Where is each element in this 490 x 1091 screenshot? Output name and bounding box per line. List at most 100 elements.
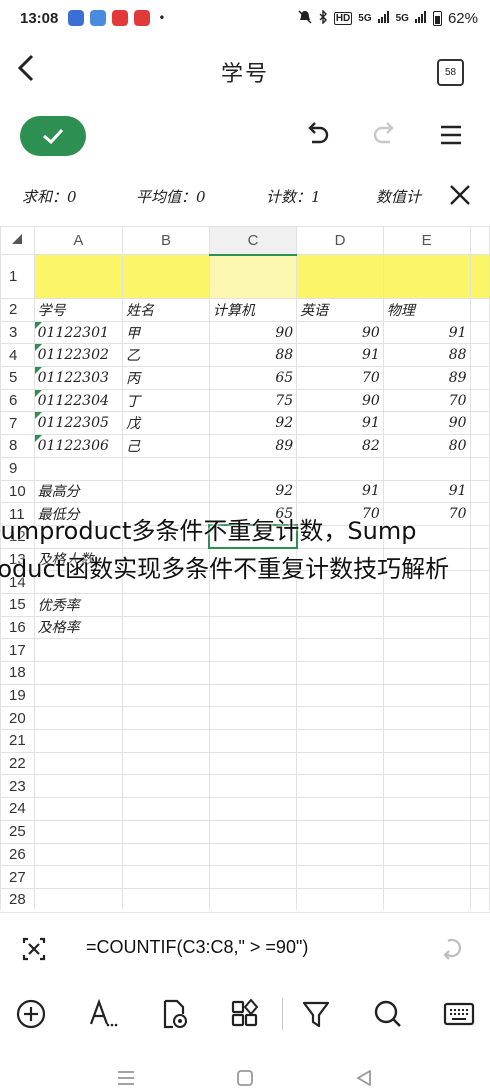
row-header[interactable]: 20	[0, 706, 35, 731]
row-header[interactable]: 6	[0, 388, 35, 413]
cell-d[interactable]	[296, 865, 384, 889]
cell-c[interactable]	[208, 592, 298, 617]
cell-f[interactable]	[469, 343, 490, 368]
cell-c[interactable]: 65	[208, 366, 298, 390]
column-header-b[interactable]: B	[122, 226, 210, 255]
cell-c[interactable]	[208, 774, 298, 799]
cell-d[interactable]	[296, 751, 384, 776]
cell-d[interactable]	[296, 592, 384, 617]
cell-d[interactable]: 91	[296, 411, 384, 436]
search-button[interactable]	[372, 998, 404, 1030]
cell-c[interactable]	[208, 887, 298, 910]
cell-c[interactable]: 89	[208, 434, 298, 458]
formula-input[interactable]: =COUNTIF(C3:C8," > =90")	[86, 937, 308, 958]
redo-button[interactable]	[370, 120, 400, 150]
cell-e[interactable]	[382, 456, 471, 481]
view-document-button[interactable]	[158, 998, 190, 1030]
cell-f[interactable]	[469, 479, 490, 504]
cell-a[interactable]: 01122302	[33, 343, 124, 368]
cell-b[interactable]: 乙	[122, 343, 210, 368]
cell-e[interactable]: 90	[382, 411, 471, 436]
cell-b[interactable]	[122, 254, 210, 299]
row-header[interactable]: 26	[0, 842, 35, 867]
select-all-corner[interactable]	[0, 226, 35, 255]
cell-e[interactable]	[382, 683, 471, 708]
row-header[interactable]: 19	[0, 683, 35, 708]
row-header[interactable]: 15	[0, 592, 35, 617]
cell-e[interactable]	[382, 887, 471, 910]
cell-a[interactable]	[33, 456, 124, 481]
cell-b[interactable]	[122, 683, 210, 708]
cell-e[interactable]	[382, 819, 471, 844]
cell-d[interactable]: 90	[296, 388, 384, 413]
cell-a[interactable]	[33, 887, 124, 910]
cell-a[interactable]	[33, 683, 124, 708]
keyboard-button[interactable]	[443, 998, 475, 1030]
cell-d[interactable]	[296, 887, 384, 910]
row-header[interactable]: 2	[0, 298, 35, 322]
close-stats-button[interactable]	[447, 182, 473, 208]
cell-f[interactable]	[469, 842, 490, 867]
cell-a[interactable]	[33, 797, 124, 821]
cell-e[interactable]	[382, 729, 471, 753]
cell-f[interactable]	[469, 887, 490, 910]
cell-b[interactable]: 甲	[122, 320, 210, 345]
cell-c[interactable]	[208, 661, 298, 685]
cell-e[interactable]	[382, 706, 471, 731]
row-header[interactable]: 21	[0, 729, 35, 753]
cell-d[interactable]	[296, 661, 384, 685]
cell-b[interactable]: 丁	[122, 388, 210, 413]
cell-c[interactable]	[208, 683, 298, 708]
cell-d[interactable]	[296, 683, 384, 708]
cell-c[interactable]	[208, 729, 298, 753]
row-header[interactable]: 10	[0, 479, 35, 504]
row-header[interactable]: 16	[0, 615, 35, 640]
cell-f[interactable]	[469, 683, 490, 708]
cell-a[interactable]	[33, 819, 124, 844]
cell-e[interactable]	[382, 615, 471, 640]
cell-c[interactable]: 75	[208, 388, 298, 413]
cell-c[interactable]	[208, 638, 298, 662]
undo-button[interactable]	[302, 120, 332, 150]
cell-d[interactable]: 90	[296, 320, 384, 345]
row-header[interactable]: 28	[0, 887, 35, 910]
cell-f[interactable]	[469, 661, 490, 685]
cell-d[interactable]	[296, 774, 384, 799]
column-header-e[interactable]: E	[382, 226, 471, 255]
cell-f[interactable]	[469, 434, 490, 458]
cell-d[interactable]	[296, 819, 384, 844]
cell-e[interactable]: 80	[382, 434, 471, 458]
cell-f[interactable]	[469, 706, 490, 731]
cell-e[interactable]	[382, 751, 471, 776]
cell-d[interactable]	[296, 842, 384, 867]
cell-b[interactable]: 戊	[122, 411, 210, 436]
row-header[interactable]: 5	[0, 366, 35, 390]
cell-c[interactable]	[208, 615, 298, 640]
cell-d[interactable]	[296, 797, 384, 821]
cell-f[interactable]	[469, 366, 490, 390]
cell-b[interactable]	[122, 774, 210, 799]
cell-a[interactable]: 及格率	[33, 615, 124, 640]
cell-d[interactable]: 英语	[296, 298, 384, 322]
cell-b[interactable]	[122, 592, 210, 617]
apps-button[interactable]	[229, 998, 261, 1030]
cell-f[interactable]	[469, 819, 490, 844]
cell-c[interactable]: 92	[208, 479, 298, 504]
cell-d[interactable]	[296, 638, 384, 662]
insert-button[interactable]	[15, 998, 47, 1030]
row-header[interactable]: 25	[0, 819, 35, 844]
cell-e[interactable]	[382, 842, 471, 867]
cell-d[interactable]	[296, 729, 384, 753]
cell-a[interactable]	[33, 638, 124, 662]
cell-b[interactable]	[122, 661, 210, 685]
cell-e[interactable]	[382, 592, 471, 617]
nav-back-button[interactable]	[354, 1068, 374, 1088]
row-header[interactable]: 9	[0, 456, 35, 481]
cell-a[interactable]: 01122304	[33, 388, 124, 413]
cell-a[interactable]: 01122303	[33, 366, 124, 390]
cell-b[interactable]	[122, 706, 210, 731]
cell-d[interactable]: 70	[296, 366, 384, 390]
cell-a[interactable]: 学号	[33, 298, 124, 322]
cell-b[interactable]	[122, 479, 210, 504]
cell-d[interactable]: 82	[296, 434, 384, 458]
